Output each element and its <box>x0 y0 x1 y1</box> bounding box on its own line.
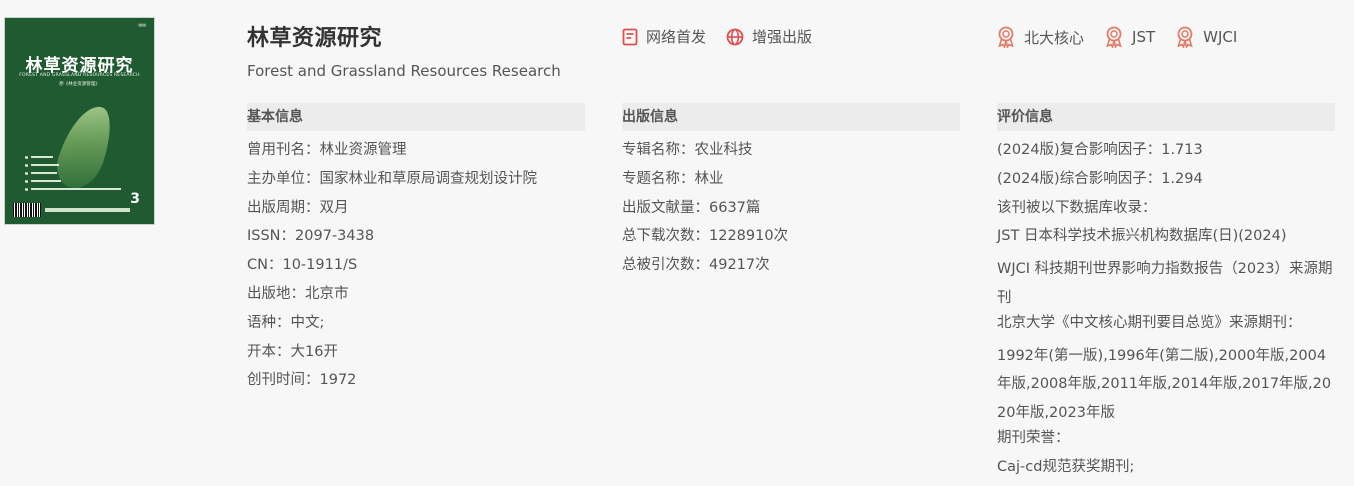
info-row-topic: 专题名称：林业 <box>622 170 724 187</box>
cover-issue-number: 3 <box>130 191 140 207</box>
impact-factor-comprehensive: (2024版)综合影响因子：1.294 <box>997 170 1203 187</box>
cover-contents <box>25 153 121 193</box>
cover-barcode <box>13 203 41 217</box>
honor-value: Caj-cd规范获奖期刊; <box>997 458 1135 475</box>
info-row-location: 出版地：北京市 <box>247 285 349 302</box>
award-icon <box>1177 26 1193 48</box>
database-heading: 该刊被以下数据库收录： <box>997 199 1157 216</box>
tag-pku-core-label: 北大核心 <box>1024 28 1085 47</box>
info-row-former-name: 曾用刊名：林业资源管理 <box>247 142 407 158</box>
honor-heading: 期刊荣誉： <box>997 429 1070 446</box>
rank-tags: 北大核心 JST WJCI <box>996 26 1257 48</box>
tag-online-first[interactable]: 网络首发 <box>622 26 706 47</box>
globe-icon <box>726 28 744 45</box>
database-jst: JST 日本科学技术振兴机构数据库(日)(2024) <box>997 228 1287 245</box>
impact-factor-composite: (2024版)复合影响因子：1.713 <box>997 142 1203 158</box>
tag-pku-core[interactable]: 北大核心 <box>996 26 1084 48</box>
pku-core-heading: 北京大学《中文核心期刊要目总览》来源期刊： <box>997 314 1302 331</box>
award-icon <box>998 26 1014 48</box>
journal-title-en: Forest and Grassland Resources Research <box>247 62 561 80</box>
cover-subtitle-en: FOREST AND GRASSLAND RESOURCES RESEARCH <box>19 73 140 78</box>
basic-info-section: 基本信息 曾用刊名：林业资源管理 主办单位：国家林业和草原局调查规划设计院 出版… <box>247 103 585 399</box>
info-row-sponsor: 主办单位：国家林业和草原局调查规划设计院 <box>247 170 537 187</box>
info-row-citations: 总被引次数：49217次 <box>622 257 770 274</box>
publish-info-section: 出版信息 专辑名称：农业科技 专题名称：林业 出版文献量：6637篇 总下载次数… <box>622 103 960 284</box>
info-row-language: 语种：中文; <box>247 314 325 331</box>
journal-cover-image: ▤▤ 林草资源研究 FOREST AND GRASSLAND RESOURCES… <box>4 17 155 225</box>
tag-enhanced-publish[interactable]: 增强出版 <box>726 26 812 47</box>
evaluation-info-heading: 评价信息 <box>997 103 1335 131</box>
document-icon <box>622 28 638 45</box>
basic-info-heading: 基本信息 <box>247 103 585 131</box>
tag-enhanced-publish-label: 增强出版 <box>752 28 813 46</box>
info-row-series: 专辑名称：农业科技 <box>622 142 753 158</box>
cover-strip <box>45 208 130 212</box>
info-row-downloads: 总下载次数：1228910次 <box>622 228 789 245</box>
info-row-issn: ISSN：2097-3438 <box>247 228 375 245</box>
publish-info-heading: 出版信息 <box>622 103 960 131</box>
publish-tags: 网络首发 增强出版 <box>622 26 832 47</box>
database-wjci: WJCI 科技期刊世界影响力指数报告（2023）来源期刊 <box>997 261 1333 306</box>
journal-title: 林草资源研究 <box>247 26 383 51</box>
info-row-cn: CN：10-1911/S <box>247 257 358 274</box>
tag-wjci[interactable]: WJCI <box>1175 26 1237 48</box>
evaluation-info-section: 评价信息 (2024版)复合影响因子：1.713 (2024版)综合影响因子：1… <box>997 103 1335 486</box>
cover-brand-mark: ▤▤ <box>138 22 146 27</box>
pku-core-years: 1992年(第一版),1996年(第二版),2000年版,2004年版,2008… <box>997 347 1332 422</box>
tag-jst[interactable]: JST <box>1104 26 1155 48</box>
tag-online-first-label: 网络首发 <box>646 28 707 46</box>
info-row-format: 开本：大16开 <box>247 343 338 360</box>
info-row-article-count: 出版文献量：6637篇 <box>622 199 761 216</box>
info-row-founded: 创刊时间：1972 <box>247 372 357 389</box>
info-row-frequency: 出版周期：双月 <box>247 199 349 216</box>
tag-wjci-label: WJCI <box>1203 28 1238 46</box>
award-icon <box>1106 26 1122 48</box>
tag-jst-label: JST <box>1132 28 1156 46</box>
cover-subtitle-cn: 原《林业资源管理》 <box>59 82 100 87</box>
